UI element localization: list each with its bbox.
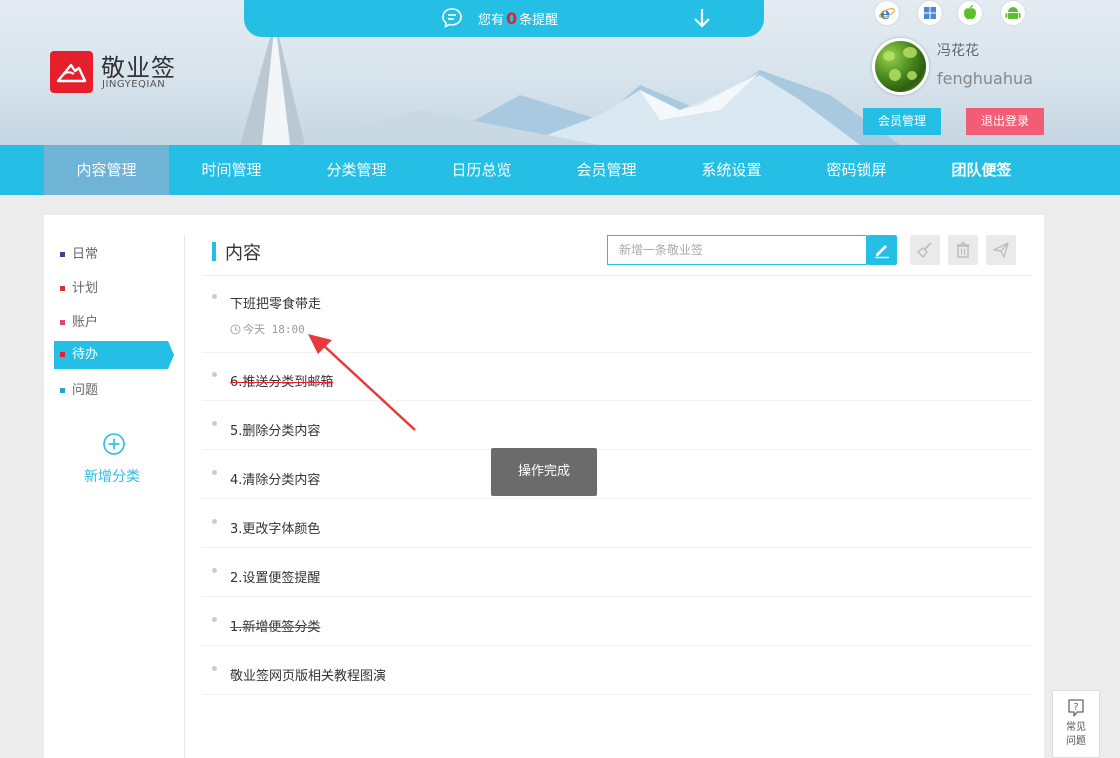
- annotation-arrow-icon: [308, 334, 416, 431]
- list-item[interactable]: 3.更改字体颜色: [202, 511, 1032, 548]
- apple-icon[interactable]: [958, 1, 982, 25]
- windows-icon[interactable]: [918, 1, 942, 25]
- list-item[interactable]: 敬业签网页版相关教程图演: [202, 658, 1032, 695]
- ie-icon[interactable]: e: [875, 1, 899, 25]
- nav-password-lock[interactable]: 密码锁屏: [794, 145, 919, 195]
- list-item[interactable]: 1.新增便签分类: [202, 609, 1032, 646]
- add-category-button[interactable]: 新增分类: [84, 466, 140, 486]
- note-text: 3.更改字体颜色: [230, 522, 321, 537]
- send-button[interactable]: [986, 235, 1016, 265]
- faq-label-line1: 常见: [1066, 722, 1086, 733]
- clock-icon: [230, 324, 241, 335]
- category-color-dot: [60, 352, 65, 357]
- delete-button[interactable]: [948, 235, 978, 265]
- category-label: 计划: [72, 281, 99, 296]
- reminder-count: 0: [506, 9, 518, 28]
- reminder-bar[interactable]: 您有 0 条提醒: [244, 0, 764, 37]
- faq-button[interactable]: ? 常见问题: [1052, 690, 1100, 758]
- nav-member-management[interactable]: 会员管理: [544, 145, 669, 195]
- reminder-prefix: 您有: [478, 13, 505, 28]
- category-issue[interactable]: 问题: [54, 377, 174, 405]
- category-daily[interactable]: 日常: [54, 241, 174, 269]
- clear-button[interactable]: [910, 235, 940, 265]
- nav-system-settings[interactable]: 系统设置: [669, 145, 794, 195]
- list-item[interactable]: 4.清除分类内容: [202, 462, 1032, 499]
- note-text: 2.设置便签提醒: [230, 571, 321, 586]
- pencil-icon: [875, 245, 889, 259]
- note-reminder-time: 今天 18:00: [230, 321, 305, 337]
- bullet-dot: [212, 470, 217, 475]
- bullet-dot: [212, 421, 217, 426]
- paper-plane-icon: [993, 242, 1009, 258]
- bullet-dot: [212, 568, 217, 573]
- header: 敬业签 JINGYEQIAN 您有 0 条提醒 e 冯花花 fenghuahua 会…: [0, 0, 1120, 145]
- android-icon[interactable]: [1001, 1, 1025, 25]
- category-label: 日常: [72, 247, 99, 262]
- category-color-dot: [60, 320, 65, 325]
- category-color-dot: [60, 252, 65, 257]
- bullet-dot: [212, 519, 217, 524]
- content-title: 内容: [212, 239, 261, 265]
- list-item[interactable]: 2.设置便签提醒: [202, 560, 1032, 597]
- note-text: 下班把零食带走: [230, 297, 322, 312]
- avatar[interactable]: [872, 38, 929, 95]
- add-circle-icon[interactable]: [102, 432, 126, 456]
- edit-button[interactable]: [867, 235, 897, 265]
- bullet-dot: [212, 617, 217, 622]
- note-text: 4.清除分类内容: [230, 473, 321, 488]
- note-text: 1.新增便签分类: [230, 620, 321, 635]
- faq-label-line2: 问题: [1066, 736, 1086, 747]
- category-account[interactable]: 账户: [54, 309, 174, 337]
- note-time-text: 今天 18:00: [243, 323, 305, 336]
- arrow-down-icon[interactable]: [692, 7, 712, 29]
- nav-category-management[interactable]: 分类管理: [294, 145, 419, 195]
- bullet-dot: [212, 666, 217, 671]
- category-color-dot: [60, 286, 65, 291]
- logout-button[interactable]: 退出登录: [966, 108, 1044, 135]
- category-plan[interactable]: 计划: [54, 275, 174, 303]
- nav-team-notes[interactable]: 团队便签: [919, 145, 1044, 195]
- category-label: 待办: [72, 347, 99, 362]
- category-label: 问题: [72, 383, 99, 398]
- member-management-button[interactable]: 会员管理: [863, 108, 941, 135]
- new-note-input[interactable]: [607, 235, 867, 265]
- faq-label: 常见 问题: [1053, 721, 1099, 749]
- nav-calendar-overview[interactable]: 日历总览: [419, 145, 544, 195]
- user-display-name: 冯花花: [937, 43, 979, 59]
- bullet-dot: [212, 294, 217, 299]
- note-text: 敬业签网页版相关教程图演: [230, 669, 387, 684]
- reminder-text: 您有 0 条提醒: [478, 9, 558, 28]
- header-divider: [202, 275, 1032, 276]
- category-todo[interactable]: 待办: [54, 341, 174, 369]
- trash-icon: [956, 242, 970, 258]
- nav-time-management[interactable]: 时间管理: [169, 145, 294, 195]
- svg-text:?: ?: [1073, 702, 1078, 713]
- app-name: 敬业签: [101, 54, 176, 82]
- question-icon: ?: [1068, 699, 1084, 717]
- toast-message: 操作完成: [491, 448, 597, 496]
- app-subtitle: JINGYEQIAN: [102, 79, 166, 90]
- cloud-logo-icon: [56, 63, 87, 83]
- broom-icon: [916, 242, 932, 259]
- main-nav: 内容管理 时间管理 分类管理 日历总览 会员管理 系统设置 密码锁屏 团队便签: [0, 145, 1120, 195]
- category-label: 账户: [72, 315, 99, 330]
- username: fenghuahua: [937, 69, 1033, 88]
- nav-content-management[interactable]: 内容管理: [44, 145, 169, 195]
- reminder-suffix: 条提醒: [519, 13, 559, 28]
- app-logo[interactable]: [50, 51, 93, 93]
- chat-bubble-icon: [442, 8, 462, 28]
- sidebar-divider: [184, 235, 185, 758]
- category-color-dot: [60, 388, 65, 393]
- bullet-dot: [212, 372, 217, 377]
